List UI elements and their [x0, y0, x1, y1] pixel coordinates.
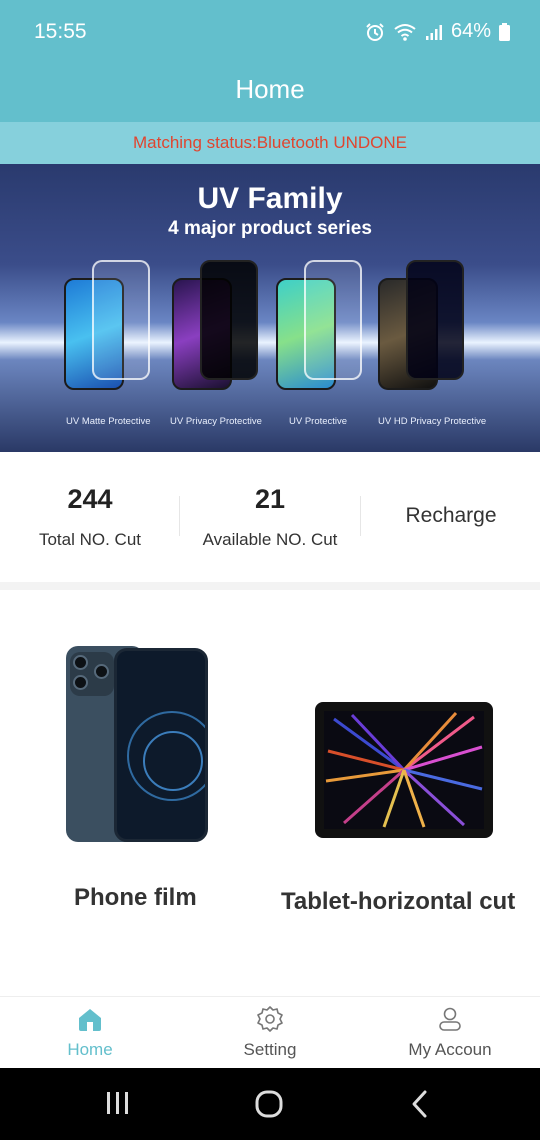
available-cut-value: 21 [254, 484, 286, 514]
section-divider [0, 582, 540, 590]
promo-banner[interactable]: UV Family 4 major product series UV Matt… [0, 164, 540, 452]
matching-status[interactable]: Matching status:Bluetooth UNDONE [0, 122, 540, 164]
product-image-hd-privacy [378, 260, 478, 392]
app-screen: 15:55 64% Home Matching status:Bluetooth… [0, 0, 540, 1140]
nav-setting-label: Setting [243, 1040, 297, 1059]
tablet-image [315, 702, 493, 838]
phone-image [66, 646, 210, 842]
status-icons: 64% [365, 20, 510, 43]
product-label: UV HD Privacy Protective [378, 416, 487, 427]
home-icon [79, 1009, 101, 1031]
back-icon[interactable] [406, 1088, 434, 1125]
product-image-uv [276, 260, 376, 392]
product-image-privacy [172, 260, 272, 392]
nav-setting[interactable]: Setting [180, 997, 360, 1069]
nav-account-label: My Accoun [408, 1040, 492, 1059]
gear-icon [257, 1006, 283, 1032]
page-title: Home [235, 74, 305, 104]
recent-apps-icon[interactable] [104, 1088, 132, 1125]
product-label: UV Matte Protective [66, 416, 151, 427]
nav-account[interactable]: My Accoun [360, 997, 540, 1069]
product-label: UV Privacy Protective [170, 416, 262, 427]
signal-icon [425, 23, 443, 41]
battery-text: 64% [450, 20, 491, 42]
user-icon [439, 1007, 461, 1031]
divider [360, 496, 361, 536]
recharge-button[interactable]: Recharge [362, 504, 540, 528]
home-button-icon[interactable] [253, 1088, 285, 1125]
total-cut-value: 244 [67, 484, 113, 514]
app-header: 15:55 64% Home [0, 0, 540, 122]
nav-home[interactable]: Home [0, 997, 180, 1069]
phone-film-label: Phone film [74, 884, 197, 911]
product-image-matte [64, 260, 164, 392]
battery-icon [499, 22, 510, 41]
banner-title: UV Family [197, 182, 343, 215]
total-cut-label: Total NO. Cut [38, 530, 142, 549]
cut-stats: 244 Total NO. Cut 21 Available NO. Cut R… [0, 452, 540, 582]
wifi-icon [393, 22, 417, 42]
tablet-horizontal-label: Tablet-horizontal cut [281, 888, 516, 915]
system-nav-bar [0, 1068, 540, 1140]
alarm-icon [365, 22, 385, 42]
total-cut-stat: 244 Total NO. Cut [0, 452, 180, 582]
nav-home-label: Home [67, 1040, 113, 1059]
bottom-nav: Home Setting My Accoun [0, 996, 540, 1068]
banner-subtitle: 4 major product series [168, 218, 372, 239]
product-label: UV Protective [289, 416, 348, 427]
status-time: 15:55 [34, 20, 87, 43]
available-cut-stat: 21 Available NO. Cut [180, 452, 360, 582]
available-cut-label: Available NO. Cut [202, 530, 338, 549]
